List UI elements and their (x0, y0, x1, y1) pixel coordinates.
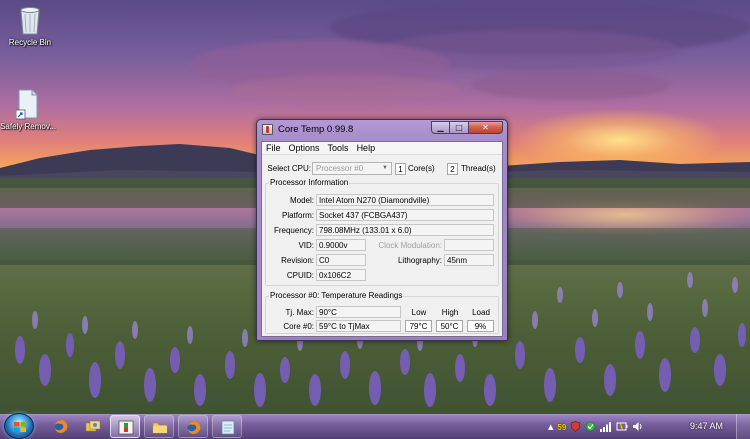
show-desktop-button[interactable] (736, 414, 750, 439)
core-0-high: 50°C (436, 320, 463, 332)
platform-value: Socket 437 (FCBGA437) (316, 209, 494, 221)
taskbar-clock[interactable]: 9:47 AM (690, 421, 723, 431)
taskbar-notepad-window[interactable] (212, 415, 242, 438)
cloud (230, 75, 460, 105)
desktop-icon-recycle-bin[interactable]: Recycle Bin (0, 4, 60, 47)
maximize-icon: □ (455, 122, 463, 132)
clock-modulation-label: Clock Modulation: (378, 241, 442, 250)
cpu-select[interactable]: Processor #0 ▼ (312, 162, 392, 175)
lithography-value: 45nm (444, 254, 494, 266)
core-temp-window[interactable]: Core Temp 0.99.8 ▁ □ ✕ File Options Tool… (256, 119, 508, 341)
core-0-label: Core #0: (283, 322, 314, 331)
desktop-icon-safely-remove[interactable]: Safely Remov... (0, 88, 58, 131)
tray-show-hidden-icon[interactable]: ▲ (548, 423, 553, 431)
firefox-icon (54, 420, 68, 433)
cores-label: Core(s) (408, 164, 435, 173)
firefox-icon (187, 421, 201, 434)
recycle-bin-icon (20, 7, 40, 35)
maximize-button[interactable]: □ (450, 121, 469, 134)
windows-logo-icon (14, 422, 26, 432)
core-temp-app-icon (262, 124, 273, 135)
revision-label: Revision: (281, 256, 314, 265)
vid-value: 0.9000v (316, 239, 366, 251)
windows-explorer-icon (85, 420, 101, 432)
taskbar-folder[interactable] (144, 415, 174, 438)
tray-security-icon[interactable] (570, 420, 581, 434)
tjmax-value: 90°C (316, 306, 401, 318)
revision-value: C0 (316, 254, 366, 266)
select-cpu-label: Select CPU: (267, 164, 311, 173)
chevron-down-icon: ▼ (382, 165, 388, 171)
cores-count: 1 (395, 163, 406, 175)
minimize-icon: ▁ (437, 122, 444, 132)
threads-count: 2 (447, 163, 458, 175)
processor-info-title: Processor Information (269, 178, 350, 187)
frequency-label: Frequency: (273, 226, 314, 235)
model-value: Intel Atom N270 (Diamondville) (316, 194, 494, 206)
close-icon: ✕ (482, 122, 489, 132)
cpu-select-value: Processor #0 (316, 164, 364, 173)
core-0-reading: 59°C to TjMax (316, 320, 401, 332)
high-column-header: High (441, 308, 459, 317)
low-column-header: Low (411, 308, 427, 317)
taskbar-firefox-window[interactable] (178, 415, 208, 438)
menu-file[interactable]: File (262, 142, 285, 155)
menu-help[interactable]: Help (353, 142, 380, 155)
model-label: Model: (289, 196, 314, 205)
start-button[interactable] (4, 413, 34, 439)
cpuid-label: CPUID: (286, 271, 314, 280)
platform-label: Platform: (281, 211, 314, 220)
clock-modulation-value (444, 239, 494, 251)
temperature-title: Processor #0: Temperature Readings (269, 291, 404, 300)
frequency-value: 798.08MHz (133.01 x 6.0) (316, 224, 494, 236)
cloud (470, 70, 670, 100)
core-0-load: 9% (467, 320, 494, 332)
taskbar-firefox-pinned[interactable] (46, 415, 76, 438)
usb-shortcut-icon (16, 89, 38, 120)
window-titlebar[interactable]: Core Temp 0.99.8 ▁ □ ✕ (257, 120, 507, 140)
desktop-icon-label: Safely Remov... (0, 122, 56, 131)
minimize-button[interactable]: ▁ (431, 121, 450, 134)
tray-core-temp-reading[interactable]: 59 (557, 423, 566, 432)
notepad-icon (221, 420, 235, 435)
notification-area: ▲ 59 (548, 419, 648, 435)
tray-sync-icon[interactable] (585, 421, 596, 434)
tray-power-icon[interactable] (616, 421, 628, 434)
lithography-label: Lithography: (397, 256, 442, 265)
close-button[interactable]: ✕ (469, 121, 503, 134)
threads-label: Thread(s) (461, 164, 496, 173)
tray-network-icon[interactable] (600, 421, 612, 434)
load-column-header: Load (472, 308, 490, 317)
window-title: Core Temp 0.99.8 (278, 124, 354, 135)
folder-icon (152, 422, 168, 434)
menu-tools[interactable]: Tools (324, 142, 353, 155)
taskbar-explorer-pinned[interactable] (78, 415, 108, 438)
core-temp-icon (118, 420, 134, 435)
taskbar-core-temp-active[interactable] (110, 415, 140, 438)
tray-volume-icon[interactable] (632, 421, 644, 434)
vid-label: VID: (298, 241, 314, 250)
tjmax-label: Tj. Max: (285, 308, 314, 317)
menu-bar: File Options Tools Help (262, 142, 502, 155)
core-0-low: 79°C (405, 320, 432, 332)
menu-options[interactable]: Options (285, 142, 324, 155)
caption-buttons: ▁ □ ✕ (431, 121, 503, 135)
window-client-area: File Options Tools Help Select CPU: Proc… (261, 141, 503, 337)
cpuid-value: 0x106C2 (316, 269, 366, 281)
desktop-icon-label: Recycle Bin (8, 38, 52, 47)
